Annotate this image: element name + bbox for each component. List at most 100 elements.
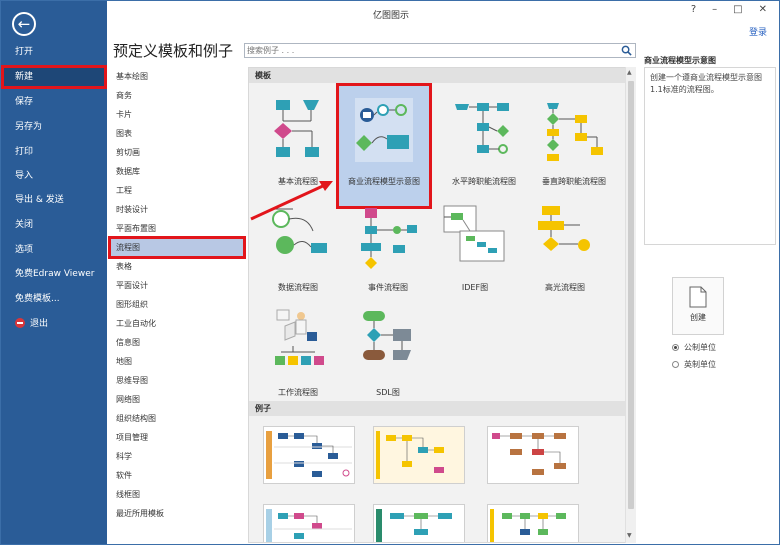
template-event-flow[interactable]: 事件流程图 xyxy=(342,191,434,313)
preview-description: 创建一个遵商业流程模型示意图1.1标准的流程图。 xyxy=(644,67,776,245)
category-item[interactable]: 线框图 xyxy=(110,485,244,504)
sidebar-item-label: 新建 xyxy=(15,72,34,82)
category-item[interactable]: 软件 xyxy=(110,466,244,485)
category-item-flowchart[interactable]: 流程图 xyxy=(108,236,246,259)
category-item[interactable]: 信息图 xyxy=(110,333,244,352)
sidebar-item-free-viewer[interactable]: 免费Edraw Viewer xyxy=(1,262,107,286)
example-thumbnail[interactable] xyxy=(263,504,355,542)
example-thumbnail[interactable] xyxy=(487,426,579,484)
template-business-process-model[interactable]: 商业流程模型示意图 xyxy=(336,83,432,209)
horizontal-cross-functional-thumbnail-icon xyxy=(455,103,509,154)
template-sdl[interactable]: SDL图 xyxy=(342,296,434,418)
sidebar-item-options[interactable]: 选项 xyxy=(1,238,107,262)
radio-imperial-units[interactable]: 英制单位 xyxy=(672,359,716,370)
sidebar-item-print[interactable]: 打印 xyxy=(1,140,107,164)
create-button[interactable]: 创建 xyxy=(672,277,724,335)
new-document-icon xyxy=(689,286,707,308)
template-workflow[interactable]: 工作流程图 xyxy=(252,296,344,418)
example-diagram-icon xyxy=(490,509,566,542)
category-item[interactable]: 思维导图 xyxy=(110,371,244,390)
template-label: 商业流程模型示意图 xyxy=(348,177,420,186)
example-diagram-icon xyxy=(266,509,352,542)
sidebar-item-save[interactable]: 保存 xyxy=(1,90,107,114)
scroll-up-icon[interactable]: ▲ xyxy=(627,69,632,76)
category-item[interactable]: 组织结构图 xyxy=(110,409,244,428)
sidebar-item-label: 打开 xyxy=(15,47,34,57)
sidebar-item-save-as[interactable]: 另存为 xyxy=(1,115,107,139)
close-icon[interactable]: ✕ xyxy=(759,4,767,15)
minimize-icon[interactable]: – xyxy=(712,4,717,15)
sidebar-item-export-send[interactable]: 导出 & 发送 xyxy=(1,188,107,212)
category-item[interactable]: 基本绘图 xyxy=(110,67,244,86)
description-text: 创建一个遵商业流程模型示意图1.1标准的流程图。 xyxy=(650,73,762,94)
template-label: 垂直跨职能流程图 xyxy=(542,177,606,186)
search-icon[interactable] xyxy=(621,45,632,56)
category-item[interactable]: 数据库 xyxy=(110,162,244,181)
example-thumbnail[interactable] xyxy=(487,504,579,542)
example-thumbnail[interactable] xyxy=(373,504,465,542)
search-input[interactable] xyxy=(247,44,617,57)
example-diagram-icon xyxy=(374,427,464,483)
sidebar-item-new[interactable]: 新建 xyxy=(1,65,107,89)
event-flow-thumbnail-icon xyxy=(361,208,417,269)
radio-metric-units[interactable]: 公制单位 xyxy=(672,342,716,353)
template-highlight-flowchart[interactable]: 高光流程图 xyxy=(519,191,611,313)
template-idef[interactable]: IDEF图 xyxy=(429,191,521,313)
scroll-thumb[interactable] xyxy=(628,81,634,509)
category-item[interactable]: 地图 xyxy=(110,352,244,371)
category-item[interactable]: 平面设计 xyxy=(110,276,244,295)
category-item[interactable]: 时装设计 xyxy=(110,200,244,219)
annotation-arrow-icon xyxy=(250,181,333,221)
category-item[interactable]: 网络图 xyxy=(110,390,244,409)
category-item[interactable]: 工业自动化 xyxy=(110,314,244,333)
bpmn-thumbnail-icon xyxy=(355,98,413,162)
sidebar-item-label: 关闭 xyxy=(15,220,34,230)
template-label: 工作流程图 xyxy=(278,388,318,397)
login-link[interactable]: 登录 xyxy=(749,25,767,38)
sidebar-item-free-templates[interactable]: 免费模板... xyxy=(1,287,107,311)
template-label: SDL图 xyxy=(376,388,400,397)
template-label: IDEF图 xyxy=(461,283,489,292)
radio-label: 公制单位 xyxy=(684,343,716,352)
sidebar-item-label: 保存 xyxy=(15,97,34,107)
sdl-thumbnail-icon xyxy=(363,311,411,360)
category-item[interactable]: 最近所用模板 xyxy=(110,504,244,523)
category-item[interactable]: 科学 xyxy=(110,447,244,466)
sidebar-item-open[interactable]: 打开 xyxy=(1,40,107,64)
category-item[interactable]: 项目管理 xyxy=(110,428,244,447)
help-icon[interactable]: ? xyxy=(691,4,696,15)
preview-title: 商业流程模型示意图 xyxy=(644,56,716,65)
category-item[interactable]: 工程 xyxy=(110,181,244,200)
search-box xyxy=(244,43,636,58)
sidebar-item-label: 免费Edraw Viewer xyxy=(15,269,95,279)
sidebar-item-label: 选项 xyxy=(15,245,34,255)
category-item[interactable]: 卡片 xyxy=(110,105,244,124)
sidebar-item-label: 打印 xyxy=(15,147,34,157)
template-gallery: 模板 基本流程图 商业流程模型示意图 水平跨职能流程图 垂直跨职能流程图 数据流… xyxy=(248,67,636,543)
scroll-down-icon[interactable]: ▼ xyxy=(627,532,632,539)
category-item[interactable]: 剪切画 xyxy=(110,143,244,162)
category-item[interactable]: 图形组织 xyxy=(110,295,244,314)
category-item[interactable]: 商务 xyxy=(110,86,244,105)
window-title: 亿图图示 xyxy=(372,11,409,21)
vertical-cross-functional-thumbnail-icon xyxy=(547,103,603,161)
template-horizontal-cross-functional[interactable]: 水平跨职能流程图 xyxy=(438,85,530,207)
example-thumbnail[interactable] xyxy=(263,426,355,484)
radio-checked-icon xyxy=(672,344,679,351)
sidebar-item-exit[interactable]: 退出 xyxy=(1,312,107,336)
restore-icon[interactable]: □ xyxy=(733,4,742,15)
template-vertical-cross-functional[interactable]: 垂直跨职能流程图 xyxy=(528,85,620,207)
idef-thumbnail-icon xyxy=(443,205,505,262)
sidebar-item-import[interactable]: 导入 xyxy=(1,164,107,188)
category-item[interactable]: 表格 xyxy=(110,257,244,276)
sidebar-item-close[interactable]: 关闭 xyxy=(1,213,107,237)
example-thumbnail[interactable] xyxy=(373,426,465,484)
section-header-templates: 模板 xyxy=(249,68,625,83)
example-diagram-icon xyxy=(266,431,352,479)
category-item[interactable]: 平面布置图 xyxy=(110,219,244,238)
sidebar-item-label: 免费模板... xyxy=(15,294,60,304)
exit-icon xyxy=(15,317,25,328)
gallery-scrollbar[interactable]: ▲ ▼ xyxy=(625,67,636,543)
category-item[interactable]: 图表 xyxy=(110,124,244,143)
page-title: 预定义模板和例子 xyxy=(113,42,234,60)
